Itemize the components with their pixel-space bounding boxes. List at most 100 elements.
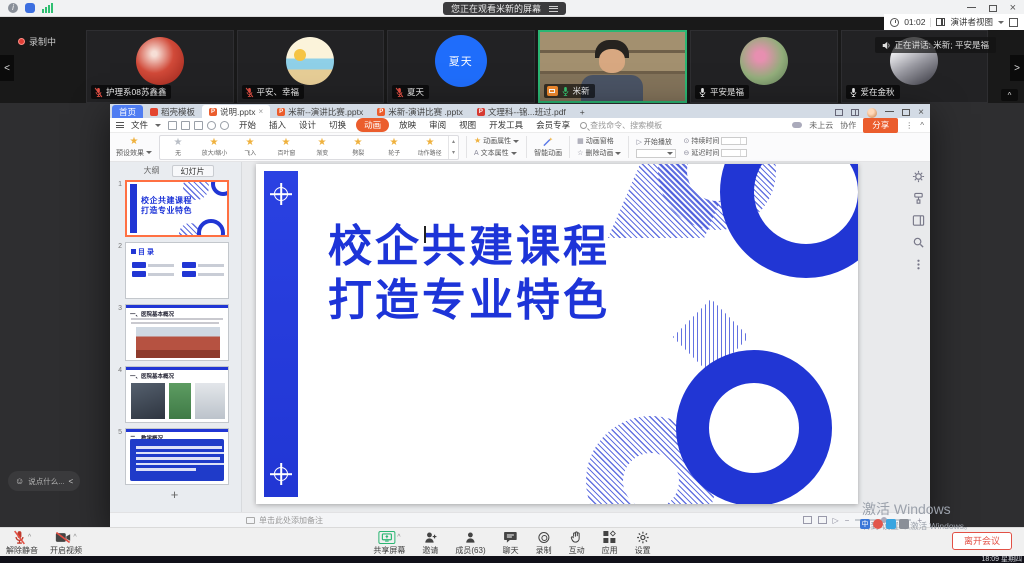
gallery-item-none[interactable]: ★无	[160, 138, 196, 157]
tab-outline[interactable]: 大纲	[136, 165, 168, 177]
gallery-item-zoom[interactable]: ★放大/缩小	[196, 138, 232, 157]
tab-home[interactable]: 首页	[112, 105, 143, 118]
participant-tile-speaking[interactable]: 米新	[538, 30, 688, 103]
menu-file[interactable]: 文件	[131, 119, 148, 131]
properties-icon[interactable]	[912, 170, 925, 183]
collapse-chat-icon[interactable]: <	[68, 477, 73, 486]
collapse-video-strip[interactable]: ^	[1001, 89, 1018, 101]
workspace-icon[interactable]	[851, 109, 859, 116]
chat-placeholder[interactable]: 说点什么...	[28, 476, 64, 487]
quick-chat-pill[interactable]: ☺ 说点什么... <	[8, 471, 80, 491]
share-screen-button[interactable]: ^ 共享屏幕	[373, 530, 405, 556]
text-properties-button[interactable]: A文本属性	[474, 148, 519, 158]
watching-screen-pill[interactable]: 您正在观看米新的屏幕	[443, 2, 566, 15]
menu-insert[interactable]: 插入	[266, 118, 289, 132]
menu-review[interactable]: 审阅	[426, 118, 449, 132]
redo-icon[interactable]	[220, 121, 229, 130]
start-play-button[interactable]: ▷开始播放	[636, 137, 676, 147]
account-avatar[interactable]	[867, 108, 877, 118]
slide-thumbnail-1-selected[interactable]: 校企共建课程打造专业特色	[125, 180, 229, 237]
participant-tile[interactable]: 夏天 夏天	[387, 30, 535, 103]
menu-membership[interactable]: 会员专享	[533, 118, 573, 132]
new-slide-button[interactable]: +	[113, 490, 236, 500]
window-restore-button[interactable]	[989, 5, 997, 12]
print-icon[interactable]	[194, 121, 203, 130]
share-options-caret[interactable]: ^	[397, 534, 400, 541]
tab-docer[interactable]: 稻壳模板	[143, 105, 202, 118]
invite-button[interactable]: 邀请	[422, 530, 438, 556]
more-tools-icon[interactable]	[912, 258, 925, 271]
video-options-caret[interactable]: ^	[73, 534, 76, 541]
participant-tile[interactable]: 平安是福	[690, 30, 838, 103]
slide-thumbnail-3[interactable]: 一、医院基本概况	[125, 304, 229, 361]
emoji-icon[interactable]: ☺	[15, 476, 24, 486]
more-menu-icon[interactable]: ⋮	[905, 121, 913, 130]
gallery-item-fade[interactable]: ★渐变	[304, 138, 340, 157]
current-slide[interactable]: 校企共建课程 打造专业特色	[256, 164, 858, 504]
zoom-out-button[interactable]: −	[845, 516, 850, 525]
fullscreen-icon[interactable]	[1009, 18, 1018, 27]
new-tab-button[interactable]: +	[573, 105, 592, 118]
apps-button[interactable]: 应用	[602, 530, 618, 556]
ime-language-icon[interactable]: 中	[860, 519, 870, 529]
window-minimize-button[interactable]	[967, 7, 976, 8]
gallery-scroll[interactable]: ▴▾	[448, 136, 458, 159]
layout-pane-icon[interactable]	[912, 214, 925, 227]
participant-tile[interactable]: 护理系08苏鑫鑫	[86, 30, 234, 103]
preset-effects-button[interactable]: ★ 预设效果	[116, 137, 152, 158]
trigger-dropdown[interactable]	[636, 149, 676, 158]
animation-properties-button[interactable]: ★动画属性	[474, 136, 519, 146]
collaborate-button[interactable]: 协作	[840, 120, 856, 131]
find-icon[interactable]	[912, 236, 925, 249]
share-button[interactable]: 分享	[863, 118, 898, 133]
start-video-button[interactable]: ^ 开启视频	[50, 530, 82, 556]
tab-document[interactable]: P文理科--锦...班过.pdf	[470, 105, 573, 118]
members-button[interactable]: 成员(63)	[455, 530, 485, 556]
gallery-item-wheel[interactable]: ★轮子	[376, 138, 412, 157]
wps-restore-button[interactable]	[902, 109, 910, 116]
animation-pane-button[interactable]: ▦动画窗格	[577, 136, 621, 146]
video-scroll-right[interactable]: >	[1010, 55, 1024, 81]
menu-animation-active[interactable]: 动画	[356, 118, 389, 132]
window-close-button[interactable]: ×	[1010, 3, 1016, 14]
video-scroll-left[interactable]: <	[0, 55, 14, 81]
command-search[interactable]: 查找命令、搜索模板	[580, 120, 662, 131]
tab-document[interactable]: P米新-演讲比赛 .pptx	[370, 105, 470, 118]
duration-spinner[interactable]	[721, 137, 747, 145]
menu-slideshow[interactable]: 放映	[396, 118, 419, 132]
menu-devtools[interactable]: 开发工具	[486, 118, 526, 132]
menu-view[interactable]: 视图	[456, 118, 479, 132]
chat-button[interactable]: 聊天	[503, 530, 519, 556]
gallery-item-blinds[interactable]: ★百叶窗	[268, 138, 304, 157]
security-shield-icon[interactable]	[25, 3, 35, 13]
delete-animation-button[interactable]: ☆删除动画	[577, 148, 621, 158]
tray-icon[interactable]	[873, 519, 883, 529]
menu-transition[interactable]: 切换	[326, 118, 349, 132]
wps-close-button[interactable]: ×	[918, 107, 924, 118]
split-window-icon[interactable]	[835, 109, 843, 116]
slide-thumbnail-4[interactable]: 一、医院基本概况	[125, 366, 229, 423]
info-icon[interactable]: i	[8, 3, 18, 13]
hamburger-icon[interactable]	[116, 121, 124, 130]
gallery-item-fly-in[interactable]: ★飞入	[232, 138, 268, 157]
save-icon[interactable]	[168, 121, 177, 130]
undo-icon[interactable]	[207, 121, 216, 130]
tab-close-icon[interactable]: ×	[258, 107, 263, 116]
windows-taskbar[interactable]: 18:09 星期四	[0, 556, 1024, 563]
format-brush-icon[interactable]	[912, 192, 925, 205]
leave-meeting-button[interactable]: 离开会议	[952, 532, 1012, 550]
cloud-status[interactable]: 未上云	[809, 120, 833, 131]
slide-title[interactable]: 校企共建课程 打造专业特色	[328, 220, 610, 328]
participant-tile[interactable]: 平安、幸福	[237, 30, 385, 103]
collapse-ribbon-icon[interactable]: ^	[920, 121, 924, 130]
pill-menu-icon[interactable]	[549, 4, 558, 13]
unmute-button[interactable]: ^ 解除静音	[6, 530, 38, 556]
gallery-item-motion-path[interactable]: ★动作路径	[412, 138, 448, 157]
notes-hint[interactable]: 单击此处添加备注	[259, 515, 323, 526]
interact-button[interactable]: 互动	[569, 530, 585, 556]
output-icon[interactable]	[181, 121, 190, 130]
slide-thumbnail-5[interactable]: 二、教学概况	[125, 428, 229, 485]
tray-icon[interactable]	[886, 519, 896, 529]
record-button[interactable]: 录制	[536, 530, 552, 556]
menu-design[interactable]: 设计	[296, 118, 319, 132]
